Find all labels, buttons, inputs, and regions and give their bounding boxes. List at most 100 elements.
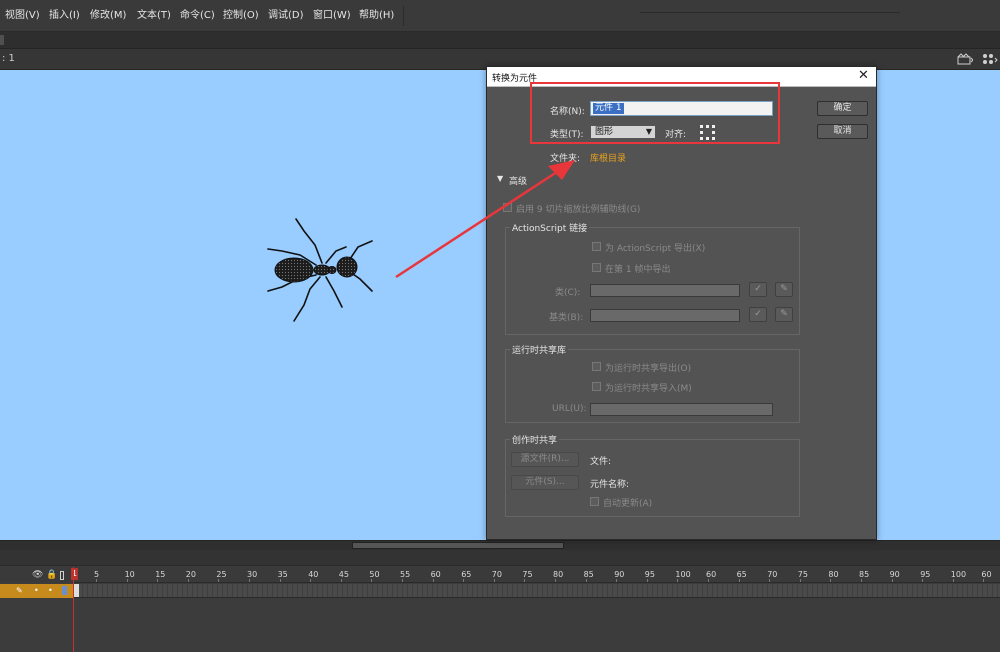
- frame-number-label: 60: [981, 570, 992, 579]
- export-as-label: 为 ActionScript 导出(X): [605, 244, 706, 254]
- frame-tick-mark: [922, 579, 924, 582]
- toolbar-strip: [0, 32, 1000, 49]
- validate-class-icon[interactable]: ✓: [749, 282, 767, 297]
- frame-number-label: 65: [461, 570, 472, 579]
- runtime-import-checkbox[interactable]: [592, 382, 601, 391]
- menu-text[interactable]: 文本(T): [137, 9, 171, 23]
- cancel-button[interactable]: 取消: [817, 124, 868, 139]
- frame-tick-mark: [769, 579, 771, 582]
- scene-label: : 1: [2, 53, 15, 64]
- ok-button[interactable]: 确定: [817, 101, 868, 116]
- frame-tick-mark: [96, 579, 97, 582]
- url-input[interactable]: [590, 403, 773, 416]
- class-input[interactable]: [590, 284, 740, 297]
- advanced-label[interactable]: 高级: [509, 174, 527, 187]
- scale9-checkbox[interactable]: [503, 203, 512, 212]
- edit-base-class-icon[interactable]: ✎: [775, 307, 793, 322]
- frame-number-label: 95: [644, 570, 655, 579]
- frame-number-label: 45: [338, 570, 349, 579]
- frame-tick-mark: [708, 579, 709, 582]
- frame-tick-mark: [677, 579, 679, 582]
- layer-row[interactable]: ✎ • •: [0, 584, 73, 598]
- frame-tick-mark: [432, 579, 434, 582]
- edit-class-icon[interactable]: ✎: [775, 282, 793, 297]
- playhead[interactable]: [73, 567, 74, 652]
- scene-icon[interactable]: [957, 53, 974, 68]
- eye-icon[interactable]: 👁: [32, 569, 43, 581]
- stage-horizontal-scrollbar[interactable]: [0, 540, 1000, 550]
- frame-tick-mark: [310, 579, 312, 582]
- symbol-button[interactable]: 元件(S)...: [511, 475, 579, 490]
- export-frame1-checkbox[interactable]: [592, 263, 601, 272]
- menu-insert[interactable]: 插入(I): [49, 9, 80, 23]
- export-frame1-label: 在第 1 帧中导出: [605, 265, 671, 275]
- frame-number-label: 15: [155, 570, 166, 579]
- panel-grip[interactable]: [0, 35, 4, 45]
- ant-graphic[interactable]: [260, 217, 380, 327]
- menu-window[interactable]: 窗口(W): [313, 9, 351, 23]
- frame-tick-mark: [340, 579, 342, 582]
- base-class-input[interactable]: [590, 309, 740, 322]
- source-file-button[interactable]: 源文件(R)...: [511, 452, 579, 467]
- advanced-toggle-icon[interactable]: ▼: [497, 174, 503, 183]
- symbol-icon[interactable]: [982, 53, 998, 68]
- file-label: 文件:: [590, 457, 612, 467]
- frame-number-label: 70: [767, 570, 778, 579]
- frame-number-label: 65: [736, 570, 747, 579]
- frame-number-label: 90: [614, 570, 625, 579]
- frame-tick-mark: [830, 579, 832, 582]
- frame-row[interactable]: [73, 584, 1000, 598]
- frame-tick-mark: [799, 579, 801, 582]
- frame-tick-mark: [646, 579, 648, 582]
- export-as-checkbox[interactable]: [592, 242, 601, 251]
- frame-number-label: 75: [797, 570, 808, 579]
- frame-number-label: 100: [950, 570, 967, 579]
- frame-tick-mark: [952, 579, 954, 582]
- frame-number-label: 95: [920, 570, 931, 579]
- frame-tick-mark: [891, 579, 893, 582]
- frame-number-label: 70: [491, 570, 502, 579]
- layer-color-swatch[interactable]: [62, 586, 67, 595]
- frame-number-label: 50: [369, 570, 380, 579]
- menu-debug[interactable]: 调试(D): [268, 9, 304, 23]
- frame-ruler[interactable]: 5 10 15 20 25 30 35 40 45 50 55 60 65 70 75 80 85 90 95 100…: [73, 567, 1000, 583]
- frame-tick-mark: [983, 579, 985, 582]
- outline-icon[interactable]: [60, 571, 64, 580]
- frame-number-label: 40: [308, 570, 319, 579]
- menu-help[interactable]: 帮助(H): [359, 9, 394, 23]
- lock-dot-icon[interactable]: •: [48, 585, 53, 597]
- frame-tick-mark: [493, 579, 495, 582]
- menu-command[interactable]: 命令(C): [180, 9, 215, 23]
- menu-modify[interactable]: 修改(M): [90, 9, 126, 23]
- frame-number-label: 60: [430, 570, 441, 579]
- frame-tick-mark: [555, 579, 556, 582]
- symbol-name-label: 元件名称:: [590, 480, 630, 490]
- frame-tick-mark: [249, 579, 250, 582]
- menu-divider-line: [640, 12, 900, 13]
- annotation-highlight-box: [530, 82, 780, 144]
- visibility-dot-icon[interactable]: •: [34, 585, 39, 597]
- frame-tick-mark: [402, 579, 403, 582]
- frame-number-label: 30: [247, 570, 258, 579]
- close-icon[interactable]: ✕: [858, 69, 869, 83]
- runtime-export-label: 为运行时共享导出(O): [605, 364, 692, 374]
- timeline-panel: 👁 🔒 5 10 15 20 25 30 35 40 45 50 55 60 65 70 75 80 85 90 9…: [0, 550, 1000, 652]
- validate-base-class-icon[interactable]: ✓: [749, 307, 767, 322]
- lock-icon[interactable]: 🔒: [46, 569, 57, 581]
- menu-view[interactable]: 视图(V): [5, 9, 40, 23]
- frame-number-label: 35: [277, 570, 288, 579]
- frame-tick-mark: [585, 579, 587, 582]
- timeline-header-gap: [0, 550, 1000, 566]
- frame-tick-mark: [463, 579, 465, 582]
- auto-update-checkbox[interactable]: [590, 497, 599, 506]
- frame-number-label: 80: [828, 570, 839, 579]
- frame-tick-mark: [616, 579, 618, 582]
- folder-link[interactable]: 库根目录: [590, 151, 626, 164]
- menu-divider: [403, 6, 404, 26]
- scrollbar-thumb[interactable]: [352, 542, 564, 549]
- frame-tick-mark: [524, 579, 526, 582]
- menu-control[interactable]: 控制(O): [223, 9, 259, 23]
- runtime-sharing-title: 运行时共享库: [510, 343, 569, 356]
- runtime-export-checkbox[interactable]: [592, 362, 601, 371]
- frame-number-label: 5: [94, 570, 100, 579]
